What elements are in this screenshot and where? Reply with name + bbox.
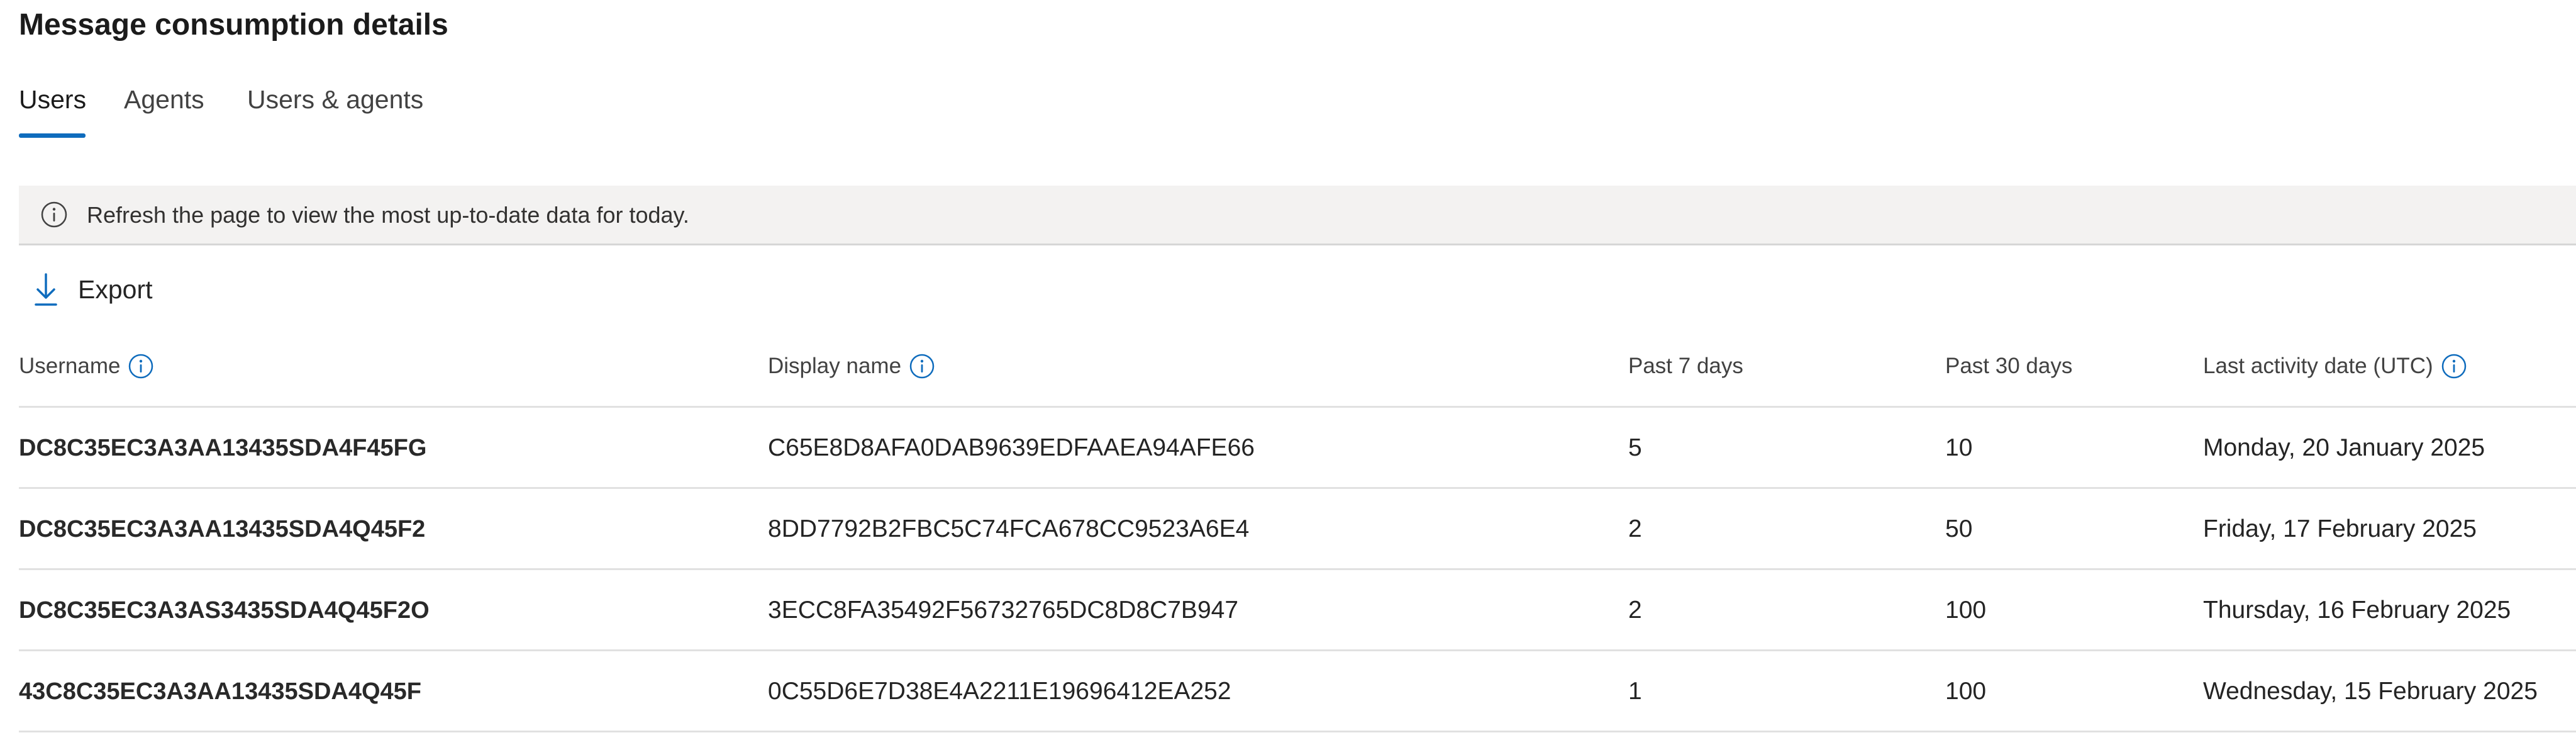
column-header-label: Past 30 days xyxy=(1945,354,2073,378)
last-activity-cell: Friday, 17 February 2025 xyxy=(2203,515,2477,542)
past-30-days-cell: 50 xyxy=(1945,515,1973,542)
past-30-days-cell: 100 xyxy=(1945,597,1987,624)
last-activity-cell: Thursday, 16 February 2025 xyxy=(2203,597,2511,624)
past-7-days-cell: 2 xyxy=(1628,597,1642,624)
info-icon[interactable] xyxy=(909,353,935,379)
download-icon xyxy=(35,273,57,306)
active-tab-indicator xyxy=(19,133,86,138)
column-header-label: Display name xyxy=(768,354,902,378)
past-30-days-cell: 100 xyxy=(1945,678,1987,705)
tab-agents[interactable]: Agents xyxy=(124,81,204,118)
info-icon[interactable] xyxy=(2441,353,2467,379)
info-icon[interactable] xyxy=(128,353,154,379)
table-header-row: Username Display name Past 7 days Past 3… xyxy=(19,327,2576,408)
display-name-cell: C65E8D8AFA0DAB9639EDFAAEA94AFE66 xyxy=(768,434,1255,461)
tab-users[interactable]: Users xyxy=(19,81,86,118)
display-name-cell: 3ECC8FA35492F56732765DC8D8C7B947 xyxy=(768,597,1239,624)
past-7-days-cell: 2 xyxy=(1628,515,1642,542)
table-row[interactable]: DC8C35EC3A3AA13435SDA4F45FG C65E8D8AFA0D… xyxy=(19,408,2576,489)
export-label: Export xyxy=(78,275,153,304)
table-row[interactable]: DC8C35EC3A3AA13435SDA4Q45F2 8DD7792B2FBC… xyxy=(19,489,2576,570)
display-name-cell: 0C55D6E7D38E4A2211E19696412EA252 xyxy=(768,678,1231,705)
last-activity-cell: Monday, 20 January 2025 xyxy=(2203,434,2485,461)
info-banner: Refresh the page to view the most up-to-… xyxy=(19,186,2576,245)
page-title: Message consumption details xyxy=(19,8,448,42)
tab-users-and-agents[interactable]: Users & agents xyxy=(247,81,423,118)
column-header-display-name[interactable]: Display name xyxy=(768,350,935,383)
info-icon xyxy=(41,201,67,228)
table-row[interactable]: DC8C35EC3A3AS3435SDA4Q45F2O 3ECC8FA35492… xyxy=(19,570,2576,651)
display-name-cell: 8DD7792B2FBC5C74FCA678CC9523A6E4 xyxy=(768,515,1250,542)
table-row[interactable]: 43C8C35EC3A3AA13435SDA4Q45F 0C55D6E7D38E… xyxy=(19,651,2576,732)
username-cell: DC8C35EC3A3AA13435SDA4F45FG xyxy=(19,435,427,461)
past-30-days-cell: 10 xyxy=(1945,434,1973,461)
banner-message: Refresh the page to view the most up-to-… xyxy=(87,202,689,228)
past-7-days-cell: 5 xyxy=(1628,434,1642,461)
export-button[interactable]: Export xyxy=(19,264,170,315)
column-header-username[interactable]: Username xyxy=(19,350,154,383)
last-activity-cell: Wednesday, 15 February 2025 xyxy=(2203,678,2538,705)
column-header-past-30-days[interactable]: Past 30 days xyxy=(1945,350,2072,383)
column-header-label: Last activity date (UTC) xyxy=(2203,354,2433,378)
column-header-label: Username xyxy=(19,354,121,378)
username-cell: DC8C35EC3A3AA13435SDA4Q45F2 xyxy=(19,516,426,542)
column-header-past-7-days[interactable]: Past 7 days xyxy=(1628,350,1743,383)
column-header-last-activity[interactable]: Last activity date (UTC) xyxy=(2203,350,2467,383)
username-cell: DC8C35EC3A3AS3435SDA4Q45F2O xyxy=(19,597,430,624)
username-cell: 43C8C35EC3A3AA13435SDA4Q45F xyxy=(19,678,422,705)
column-header-label: Past 7 days xyxy=(1628,354,1743,378)
past-7-days-cell: 1 xyxy=(1628,678,1642,705)
